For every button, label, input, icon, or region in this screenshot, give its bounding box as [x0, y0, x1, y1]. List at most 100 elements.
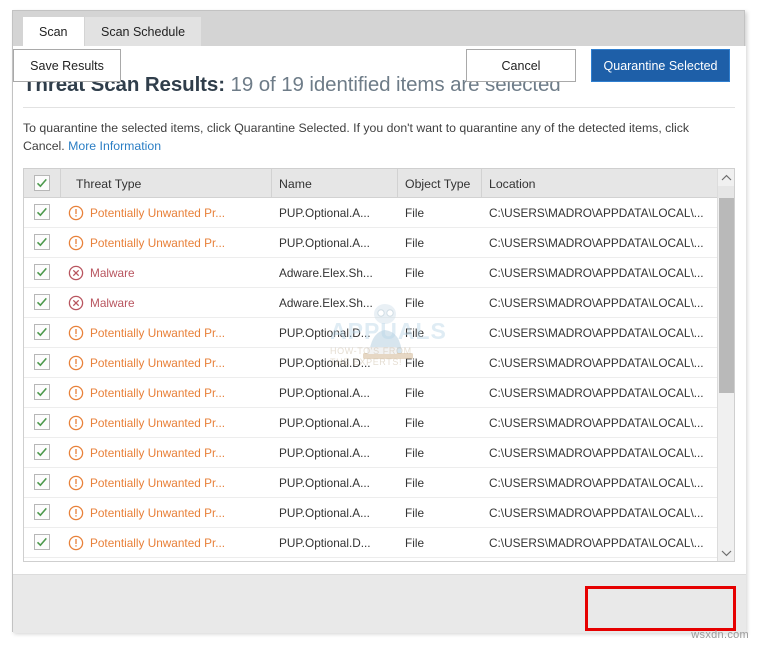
cell-object-type: File: [405, 288, 485, 318]
cancel-label: Cancel: [502, 59, 541, 73]
table-row[interactable]: Potentially Unwanted Pr...PUP.Optional.D…: [24, 528, 734, 558]
table-header-row: Threat Type Name Object Type Location: [24, 169, 734, 198]
cell-object-type: File: [405, 198, 485, 228]
table-row[interactable]: Potentially Unwanted Pr...PUP.Optional.A…: [24, 228, 734, 258]
column-header-object-type-label: Object Type: [405, 177, 470, 191]
table-body: Potentially Unwanted Pr... PUP.Optional.A…: [24, 198, 734, 561]
cell-name: PUP.Optional.D...: [279, 318, 399, 348]
cell-name: PUP.Optional.A...: [279, 408, 399, 438]
table-row[interactable]: Potentially Unwanted Pr... PUP.Optional.A…: [24, 408, 734, 438]
cell-location: C:\USERS\MADRO\APPDATA\LOCAL\...: [489, 438, 714, 468]
vertical-scrollbar[interactable]: [717, 169, 734, 561]
cell-threat-type: Potentially Unwanted Pr...: [90, 408, 270, 438]
footer-bar: [13, 575, 746, 633]
scan-results-window: Scan Scan Schedule Threat Scan Results: …: [12, 10, 745, 632]
table-row[interactable]: Potentially Unwanted Pr...PUP.Optional.A…: [24, 198, 734, 228]
cell-object-type: File: [405, 408, 485, 438]
cell-location: C:\USERS\MADRO\APPDATA\LOCAL\...: [489, 528, 714, 558]
header-sep-1: [60, 169, 61, 198]
warning-circle-icon: [68, 438, 92, 468]
cell-name: PUP.Optional.A...: [279, 468, 399, 498]
table-row[interactable]: Potentially Unwanted Pr... PUP.Optional.A…: [24, 498, 734, 528]
row-checkbox[interactable]: [34, 264, 50, 280]
scroll-up-button[interactable]: [718, 169, 734, 186]
scrollbar-thumb[interactable]: [719, 198, 734, 393]
table-row[interactable]: Potentially Unwanted Pr... PUP.Optional.A…: [24, 438, 734, 468]
warning-circle-icon: [68, 378, 92, 408]
warning-circle-icon: [68, 348, 92, 378]
cell-name: Adware.Elex.Sh...: [279, 288, 399, 318]
table-row[interactable]: MalwareAdware.Elex.Sh...FileC:\USERS\MAD…: [24, 258, 734, 288]
tab-scan-label: Scan: [39, 25, 68, 39]
column-header-object-type[interactable]: Object Type: [397, 169, 481, 198]
table-row[interactable]: MalwareAdware.Elex.Sh...FileC:\USERS\MAD…: [24, 288, 734, 318]
tab-scan-schedule[interactable]: Scan Schedule: [85, 17, 201, 46]
cell-name: PUP.Optional.A...: [279, 438, 399, 468]
column-header-location-label: Location: [489, 177, 536, 191]
tab-scan[interactable]: Scan: [23, 17, 84, 46]
cell-location: C:\USERS\MADRO\APPDATA\LOCAL\...: [489, 408, 714, 438]
warning-circle-icon: [68, 498, 92, 528]
main-panel: Threat Scan Results: 19 of 19 identified…: [13, 46, 746, 633]
row-checkbox[interactable]: [34, 354, 50, 370]
quarantine-selected-label: Quarantine Selected: [604, 59, 718, 73]
column-header-threat-type[interactable]: Threat Type: [68, 169, 271, 198]
cell-object-type: File: [405, 258, 485, 288]
cell-name: PUP.Optional.A...: [279, 378, 399, 408]
warning-circle-icon: [68, 318, 92, 348]
quarantine-selected-button[interactable]: Quarantine Selected: [591, 49, 730, 82]
cell-threat-type: Potentially Unwanted Pr...: [90, 228, 270, 258]
instructions-text: To quarantine the selected items, click …: [23, 119, 723, 155]
cell-name: Adware.Elex.Sh...: [279, 258, 399, 288]
row-checkbox[interactable]: [34, 204, 50, 220]
title-divider: [23, 107, 735, 108]
cell-threat-type: Potentially Unwanted Pr...: [90, 348, 270, 378]
cell-object-type: File: [405, 528, 485, 558]
warning-circle-icon: [68, 228, 92, 258]
cell-location: C:\USERS\MADRO\APPDATA\LOCAL\...: [489, 378, 714, 408]
warning-circle-icon: [68, 528, 92, 558]
cell-threat-type: Potentially Unwanted Pr...: [90, 198, 270, 228]
row-checkbox[interactable]: [34, 234, 50, 250]
x-circle-icon: [68, 258, 92, 288]
column-header-name[interactable]: Name: [271, 169, 397, 198]
save-results-button[interactable]: Save Results: [13, 49, 121, 82]
more-information-link[interactable]: More Information: [68, 139, 161, 153]
scrollbar-header-gap: [718, 186, 734, 198]
row-checkbox[interactable]: [34, 474, 50, 490]
column-header-location[interactable]: Location: [481, 169, 719, 198]
table-row[interactable]: Potentially Unwanted Pr... PUP.Optional.A…: [24, 468, 734, 498]
warning-circle-icon: [68, 468, 92, 498]
cell-location: C:\USERS\MADRO\APPDATA\LOCAL\...: [489, 228, 714, 258]
cell-name: PUP.Optional.A...: [279, 498, 399, 528]
cell-location: C:\USERS\MADRO\APPDATA\LOCAL\...: [489, 198, 714, 228]
row-checkbox[interactable]: [34, 324, 50, 340]
table-row[interactable]: Potentially Unwanted Pr...PUP.Optional.D…: [24, 348, 734, 378]
cancel-button[interactable]: Cancel: [466, 49, 576, 82]
select-all-checkbox[interactable]: [34, 175, 50, 191]
row-checkbox[interactable]: [34, 444, 50, 460]
cell-object-type: File: [405, 498, 485, 528]
cell-name: PUP.Optional.D...: [279, 528, 399, 558]
cell-object-type: File: [405, 378, 485, 408]
tab-strip: Scan Scan Schedule: [13, 11, 744, 46]
cell-object-type: File: [405, 438, 485, 468]
row-checkbox[interactable]: [34, 504, 50, 520]
scroll-down-button[interactable]: [718, 544, 734, 561]
cell-threat-type: Potentially Unwanted Pr...: [90, 438, 270, 468]
results-table: Threat Type Name Object Type Location Po…: [23, 168, 735, 562]
row-checkbox[interactable]: [34, 414, 50, 430]
cell-threat-type: Potentially Unwanted Pr...: [90, 498, 270, 528]
row-checkbox[interactable]: [34, 294, 50, 310]
warning-circle-icon: [68, 408, 92, 438]
column-header-threat-type-label: Threat Type: [76, 177, 141, 191]
cell-threat-type: Potentially Unwanted Pr...: [90, 468, 270, 498]
site-watermark: wsxdn.com: [691, 629, 749, 641]
table-row[interactable]: Potentially Unwanted Pr... PUP.Optional.A…: [24, 378, 734, 408]
row-checkbox[interactable]: [34, 384, 50, 400]
cell-location: C:\USERS\MADRO\APPDATA\LOCAL\...: [489, 468, 714, 498]
table-row[interactable]: Potentially Unwanted Pr...PUP.Optional.D…: [24, 318, 734, 348]
row-checkbox[interactable]: [34, 534, 50, 550]
cell-location: C:\USERS\MADRO\APPDATA\LOCAL\...: [489, 288, 714, 318]
cell-threat-type: Potentially Unwanted Pr...: [90, 378, 270, 408]
